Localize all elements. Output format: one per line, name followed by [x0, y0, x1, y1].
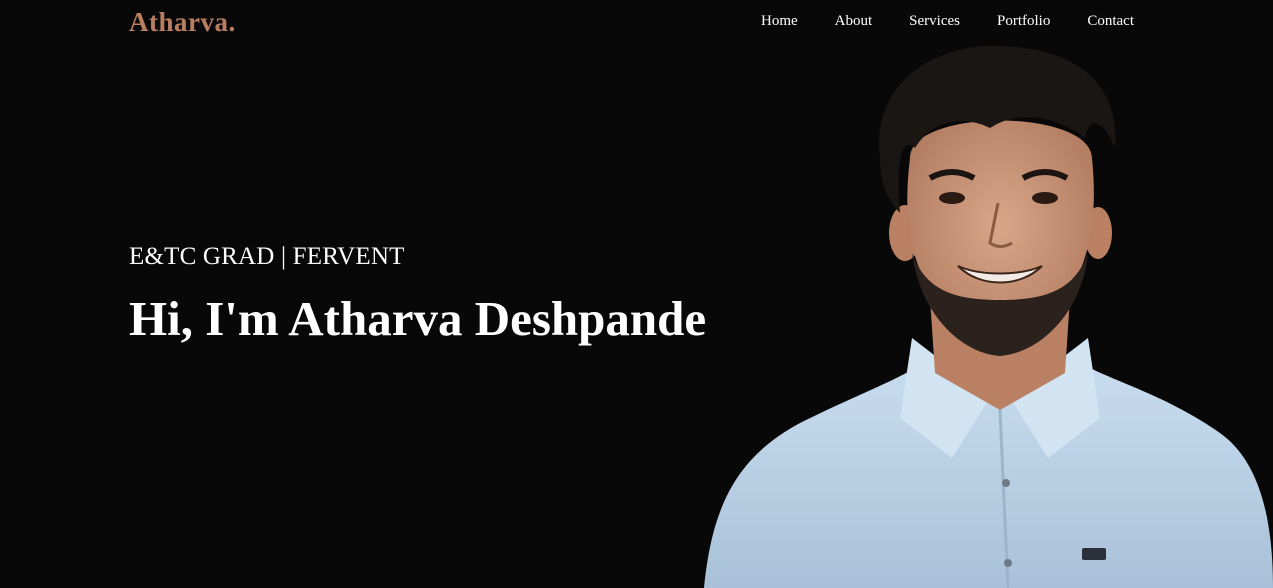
main-nav: Home About Services Portfolio Contact	[724, 13, 1134, 30]
hero-headline: Hi, I'm Atharva Deshpande	[129, 291, 707, 346]
nav-portfolio[interactable]: Portfolio	[997, 13, 1050, 30]
nav-contact[interactable]: Contact	[1087, 13, 1134, 30]
site-logo[interactable]: Atharva.	[129, 7, 236, 38]
profile-portrait	[704, 45, 1273, 588]
hero-subtitle: E&TC GRAD | FERVENT	[129, 243, 405, 270]
page: Atharva. Home About Services Portfolio C…	[0, 0, 1273, 588]
nav-home[interactable]: Home	[761, 13, 798, 30]
nav-about[interactable]: About	[835, 13, 873, 30]
nav-services[interactable]: Services	[909, 13, 960, 30]
